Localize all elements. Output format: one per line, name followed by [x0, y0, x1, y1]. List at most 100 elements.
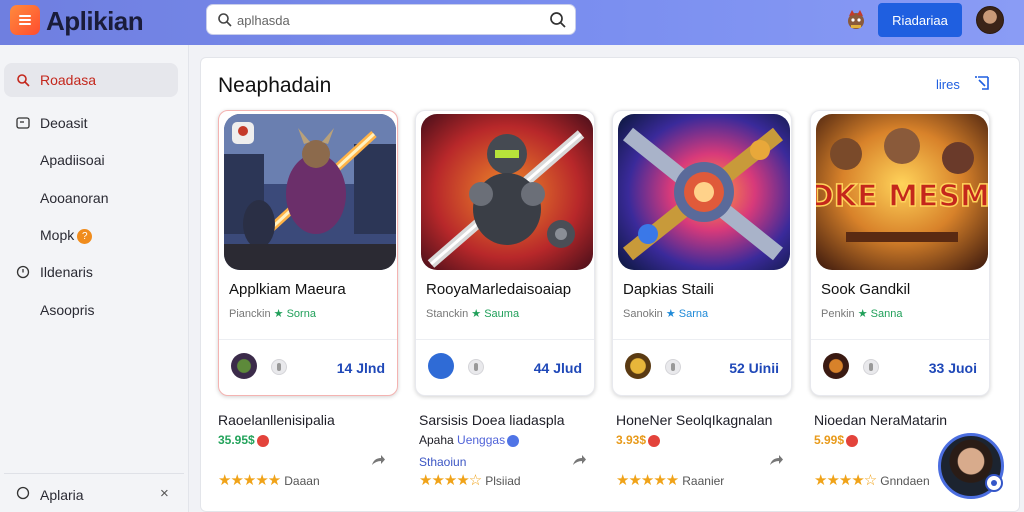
developer-avatar: [231, 353, 257, 379]
app-meta: Penkin ★ Sanna: [821, 307, 902, 320]
sidebar-item-mopk[interactable]: Mopk?: [4, 218, 178, 252]
circle-icon: [16, 486, 30, 500]
favorite-icon[interactable]: [648, 434, 661, 447]
app-card[interactable]: Dapkias Staili Sanokin ★ Sarna 52 Uinii: [612, 110, 792, 396]
favorite-icon[interactable]: [256, 434, 269, 447]
divider: [416, 339, 594, 340]
close-icon[interactable]: ×: [160, 485, 169, 502]
sidebar-footer[interactable]: Aplaria ×: [4, 473, 184, 512]
notification-badge: ?: [77, 228, 93, 244]
app-developer: Pianckin: [229, 308, 271, 320]
sidebar: Roadasa Deoasit Apadiisoai Aooanoran Mop…: [0, 45, 189, 512]
app-meta: Stanckin ★ Sauma: [426, 307, 519, 320]
app-meta: Pianckin ★ Sorna: [229, 307, 316, 320]
app-name: Sook Gandkil: [821, 281, 911, 298]
list-item[interactable]: HoneNer SeolqIkagnalan 3.93$ ★★★★★ Raanie…: [616, 412, 796, 502]
list-item-price-row: 35.95$: [218, 433, 269, 447]
app-rating-label: Sanna: [870, 308, 903, 320]
rating-label: Raanier: [682, 474, 725, 488]
star-icon: ★: [471, 308, 482, 320]
developer-avatar: [625, 353, 651, 379]
star-icon: ★: [273, 308, 284, 320]
more-link[interactable]: lires: [936, 77, 960, 92]
app-rating-label: Sarna: [678, 308, 709, 320]
app-price: 52 Uinii: [729, 360, 779, 376]
expand-icon[interactable]: [973, 74, 993, 94]
list-item-price: 3.93$: [616, 433, 647, 447]
search-icon: [17, 74, 30, 87]
list-item-title: Raoelanllenisipalia: [218, 412, 335, 428]
sidebar-item-asoopris[interactable]: Asoopris: [4, 293, 178, 327]
status-indicator-icon: [985, 474, 1003, 492]
list-item-price: 5.99$: [814, 433, 845, 447]
app-card-art: DADKE MESMEIS: [816, 114, 988, 270]
list-item-price-row: 5.99$: [814, 433, 859, 447]
stars: ★★★★☆: [419, 472, 482, 489]
app-price: 14 Jlnd: [336, 360, 385, 376]
star-rating: ★★★★☆ Plsiiad: [419, 471, 521, 489]
star-icon: ★: [857, 308, 868, 320]
floating-profile-avatar[interactable]: [938, 433, 1004, 499]
search-input[interactable]: [237, 11, 537, 29]
app-price: 44 Jlud: [533, 360, 582, 376]
stars: ★★★★★: [218, 472, 281, 489]
info-icon[interactable]: [863, 359, 879, 375]
star-rating: ★★★★★ Daaan: [218, 471, 320, 489]
share-icon[interactable]: [370, 452, 386, 468]
search-submit-icon[interactable]: [549, 11, 567, 29]
favorite-icon[interactable]: [846, 434, 859, 447]
top-bar: Aplikian Riadariaa: [0, 0, 1024, 45]
user-avatar[interactable]: [976, 6, 1004, 34]
info-icon[interactable]: [468, 359, 484, 375]
app-developer: Penkin: [821, 308, 855, 320]
clock-icon: [16, 265, 30, 279]
list-item-extra: Apaha: [419, 433, 454, 447]
star-icon: ★: [665, 308, 676, 320]
game-logo-text: DADKE MESMEIS: [816, 179, 988, 214]
sidebar-item-label: Deoasit: [40, 115, 88, 131]
game-mascot-icon[interactable]: [843, 7, 869, 33]
info-icon[interactable]: [271, 359, 287, 375]
sidebar-item-label: Apadiisoai: [40, 152, 105, 168]
category-chip[interactable]: Uenggas: [457, 433, 505, 447]
sidebar-item-aooanoran[interactable]: Aooanoran: [4, 181, 178, 215]
app-developer: Sanokin: [623, 308, 663, 320]
list-item-title: Sarsisis Doea liadaspla: [419, 412, 565, 428]
sidebar-item-label-wrap: Mopk?: [40, 227, 93, 244]
info-icon[interactable]: [665, 359, 681, 375]
app-card[interactable]: RooyaMarledaisoaiap Stanckin ★ Sauma 44 …: [415, 110, 595, 396]
sidebar-item-deoasit[interactable]: Deoasit: [4, 106, 178, 140]
app-card-art: [618, 114, 790, 270]
list-item-price-row: 3.93$: [616, 433, 661, 447]
rating-label: Gnndaen: [880, 474, 930, 488]
app-card-art: [224, 114, 396, 270]
divider: [811, 339, 989, 340]
app-name: Dapkias Staili: [623, 281, 714, 298]
share-icon[interactable]: [571, 452, 587, 468]
share-icon[interactable]: [768, 452, 784, 468]
app-card[interactable]: Applkiam Maeura Pianckin ★ Sorna 14 Jlnd: [218, 110, 398, 396]
list-item-title: Nioedan NeraMatarin: [814, 412, 948, 428]
sidebar-item-label: Roadasa: [40, 72, 97, 88]
primary-action-button[interactable]: Riadariaa: [878, 3, 962, 37]
list-item-sub: Apaha Uenggas: [419, 433, 520, 447]
app-rating-label: Sorna: [286, 308, 316, 320]
list-item[interactable]: Raoelanllenisipalia 35.95$ ★★★★★ Daaan: [218, 412, 398, 502]
developer-avatar: [823, 353, 849, 379]
list-item[interactable]: Sarsisis Doea liadaspla Apaha Uenggas St…: [419, 412, 599, 502]
favorite-icon[interactable]: [507, 434, 520, 447]
sidebar-item-label: Aooanoran: [40, 190, 109, 206]
search-bar[interactable]: [206, 4, 576, 35]
list-item-price: 35.95$: [218, 433, 255, 447]
star-rating: ★★★★★ Raanier: [616, 471, 724, 489]
app-card[interactable]: DADKE MESMEIS Sook Gandkil Penkin ★ Sann…: [810, 110, 990, 396]
sidebar-footer-label: Aplaria: [40, 487, 84, 503]
app-card-art: [421, 114, 593, 270]
sidebar-item-roadasa[interactable]: Roadasa: [4, 63, 178, 97]
sidebar-item-ildenaris[interactable]: Ildenaris: [4, 255, 178, 289]
sidebar-item-label: Ildenaris: [40, 264, 93, 280]
sidebar-item-apadiisoai[interactable]: Apadiisoai: [4, 143, 178, 177]
rating-label: Daaan: [284, 474, 320, 488]
stars: ★★★★★: [616, 472, 679, 489]
app-logo-icon[interactable]: [10, 5, 40, 35]
